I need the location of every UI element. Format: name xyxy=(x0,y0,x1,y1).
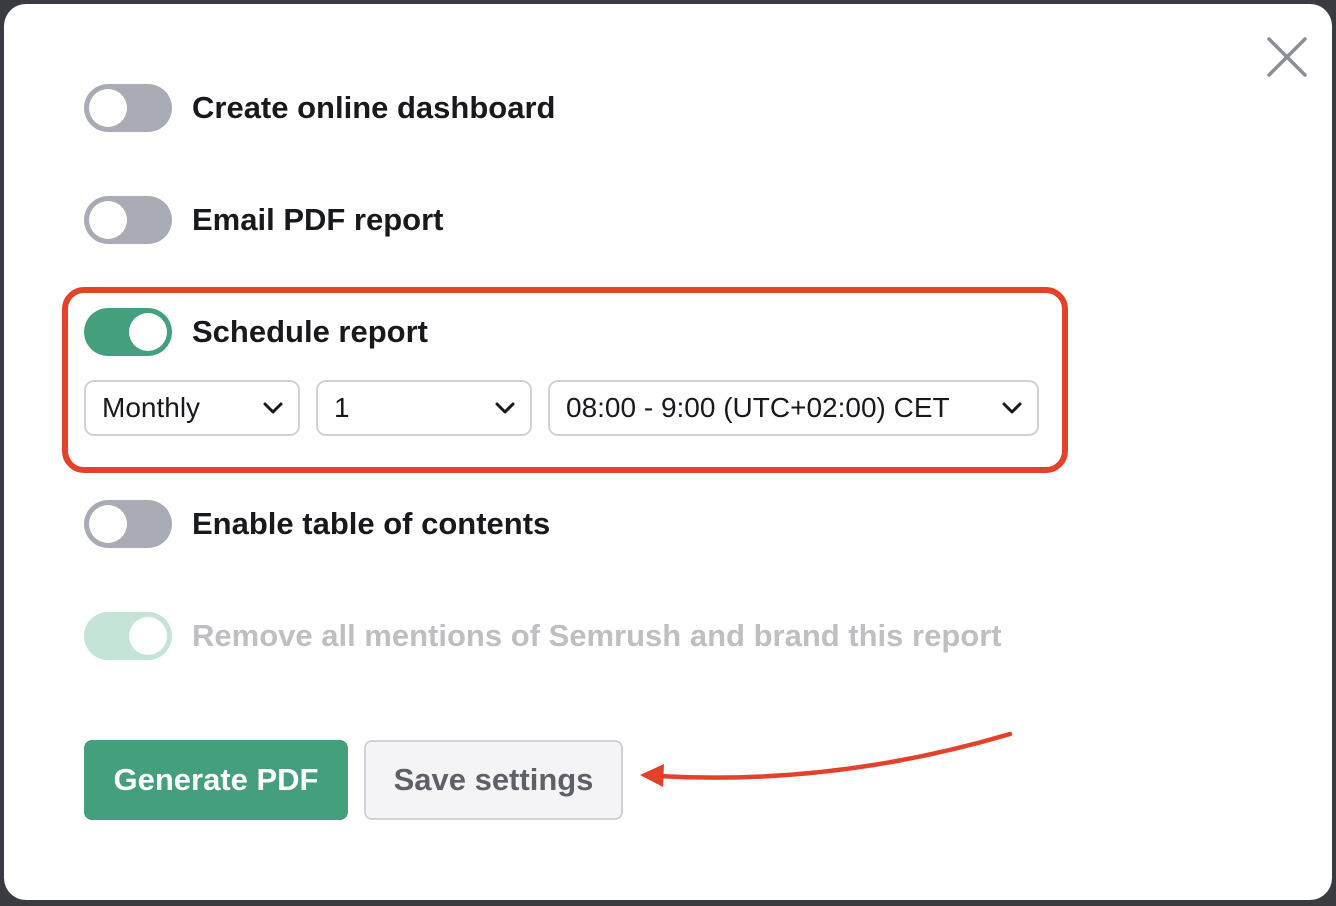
day-select-value: 1 xyxy=(334,392,350,423)
chevron-down-icon xyxy=(1002,402,1022,414)
toggle-label-schedule-report: Schedule report xyxy=(192,314,428,349)
toggle-row-email-pdf: Email PDF report xyxy=(84,196,444,244)
toggle-online-dashboard[interactable] xyxy=(84,84,172,132)
toggle-row-white-label: Remove all mentions of Semrush and brand… xyxy=(84,612,1002,660)
frequency-select[interactable]: Monthly xyxy=(84,380,300,436)
toggle-row-table-of-contents: Enable table of contents xyxy=(84,500,550,548)
toggle-schedule-report[interactable] xyxy=(84,308,172,356)
toggle-knob xyxy=(89,505,127,543)
toggle-knob xyxy=(89,201,127,239)
chevron-down-icon xyxy=(263,402,283,414)
save-settings-button[interactable]: Save settings xyxy=(364,740,623,820)
time-select[interactable]: 08:00 - 9:00 (UTC+02:00) CET xyxy=(548,380,1039,436)
toggle-email-pdf[interactable] xyxy=(84,196,172,244)
toggle-white-label xyxy=(84,612,172,660)
toggle-label-table-of-contents: Enable table of contents xyxy=(192,506,551,541)
generate-pdf-button[interactable]: Generate PDF xyxy=(84,740,348,820)
report-settings-modal: Create online dashboard Email PDF report… xyxy=(4,4,1332,900)
toggle-table-of-contents[interactable] xyxy=(84,500,172,548)
toggle-label-white-label: Remove all mentions of Semrush and brand… xyxy=(192,618,1002,653)
annotation-arrow-icon xyxy=(640,731,1013,787)
frequency-select-value: Monthly xyxy=(102,392,201,423)
toggle-row-online-dashboard: Create online dashboard xyxy=(84,84,555,132)
toggle-label-online-dashboard: Create online dashboard xyxy=(192,90,556,125)
close-button[interactable] xyxy=(1264,34,1310,80)
time-select-value: 08:00 - 9:00 (UTC+02:00) CET xyxy=(566,392,950,423)
day-select[interactable]: 1 xyxy=(316,380,532,436)
toggle-knob xyxy=(129,313,167,351)
close-icon xyxy=(1267,37,1307,77)
toggle-label-email-pdf: Email PDF report xyxy=(192,202,444,237)
toggle-knob xyxy=(89,89,127,127)
chevron-down-icon xyxy=(495,402,515,414)
toggle-row-schedule-report: Schedule report xyxy=(84,308,428,356)
toggle-knob xyxy=(129,617,167,655)
